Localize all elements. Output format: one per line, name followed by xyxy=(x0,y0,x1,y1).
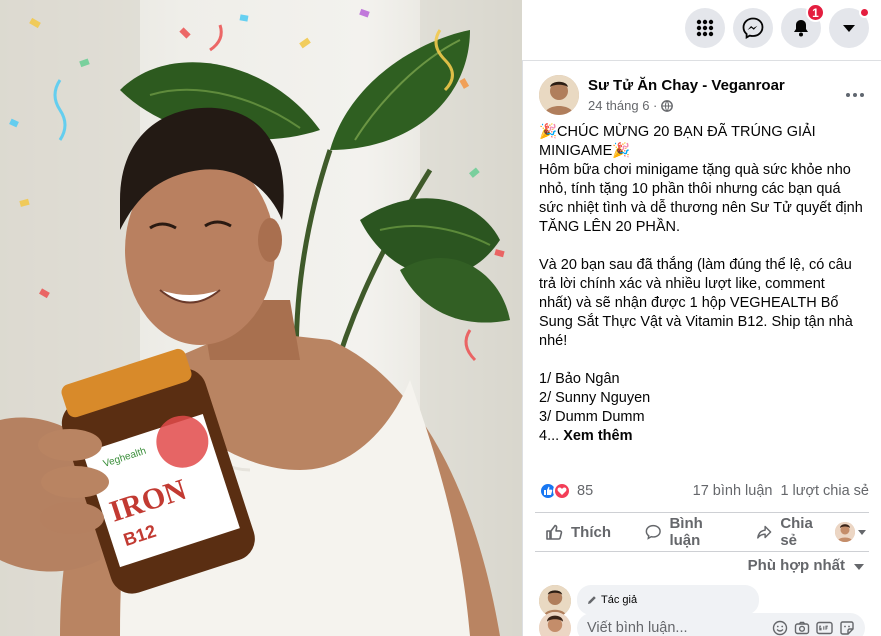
messenger-button[interactable] xyxy=(733,8,773,48)
post-line: nhé! xyxy=(539,333,568,349)
composer-user-avatar[interactable] xyxy=(539,612,571,636)
post-photo[interactable]: Veghealth IRON B12 xyxy=(0,0,522,636)
post-line-last: 4... Xem thêm xyxy=(539,427,869,446)
post-message: 🎉CHÚC MỪNG 20 BẠN ĐÃ TRÚNG GIẢI MINIGAME… xyxy=(539,123,869,446)
post-options-button[interactable] xyxy=(841,83,869,107)
post-line xyxy=(539,351,869,370)
caret-down-icon xyxy=(858,530,866,535)
like-label: Thích xyxy=(571,523,611,541)
post-line: trả lời chính xác và nhiều lượt like, co… xyxy=(539,276,825,292)
reaction-icons[interactable] xyxy=(539,482,571,500)
post-stats-right: 17 bình luận 1 lượt chia sẻ xyxy=(693,483,869,499)
post-line: 1/ Bảo Ngân xyxy=(539,371,620,387)
camera-icon[interactable] xyxy=(794,620,810,636)
author-avatar-image xyxy=(539,75,579,115)
share-button[interactable]: Chia sẻ xyxy=(750,515,835,549)
notifications-button[interactable]: 1 xyxy=(781,3,825,48)
post-line: TĂNG LÊN 20 PHẦN. xyxy=(539,219,681,235)
more-dot-icon xyxy=(860,93,864,97)
facebook-photo-viewer: Veghealth IRON B12 1 Sư Tử Ăn Chay - Veg… xyxy=(0,0,881,636)
share-label: Chia sẻ xyxy=(780,515,813,549)
photo-illustration: Veghealth IRON B12 xyxy=(0,0,522,636)
comment-bubble: Tác giả xyxy=(577,585,759,615)
post-header: Sư Tử Ăn Chay - Veganroar 24 tháng 6 · xyxy=(539,75,785,115)
react-as-selector[interactable] xyxy=(835,522,867,542)
comment-icon xyxy=(645,524,661,540)
share-arrow-icon xyxy=(756,525,772,539)
like-button[interactable]: Thích xyxy=(539,516,617,548)
caret-down-icon xyxy=(843,25,855,32)
post-line-prefix: 4... xyxy=(539,428,564,444)
notification-count-badge: 1 xyxy=(806,3,825,22)
comment-sort-dropdown[interactable]: Phù hợp nhất xyxy=(748,557,865,574)
comment-sort-label: Phù hợp nhất xyxy=(747,557,845,574)
grid-menu-icon xyxy=(696,19,714,37)
author-avatar[interactable] xyxy=(539,75,579,115)
composer-tools xyxy=(772,620,855,636)
see-more-link[interactable]: Xem thêm xyxy=(563,428,632,444)
reaction-count[interactable]: 85 xyxy=(577,483,593,499)
comment-button[interactable]: Bình luận xyxy=(639,515,738,549)
account-menu-button[interactable] xyxy=(829,7,870,48)
post-stats: 85 17 bình luận 1 lượt chia sẻ xyxy=(539,481,869,501)
sticker-icon[interactable] xyxy=(839,620,855,636)
post-line: nhỏ, tính tặng 10 phần thôi nhưng các bạ… xyxy=(539,181,841,197)
menu-button[interactable] xyxy=(685,8,725,48)
messenger-icon xyxy=(742,17,764,39)
post-line: MINIGAME🎉 xyxy=(539,143,631,159)
emoji-icon[interactable] xyxy=(772,620,788,636)
post-line: 2/ Sunny Nguyen xyxy=(539,390,651,406)
post-line: sức nhiệt tình và dễ thương nên Sư Tử qu… xyxy=(539,200,863,216)
post-actions: Thích Bình luận Chia sẻ xyxy=(535,512,869,552)
more-dot-icon xyxy=(853,93,857,97)
comment-input[interactable] xyxy=(587,620,745,636)
bell-icon xyxy=(794,20,808,37)
love-reaction-icon xyxy=(553,482,571,500)
post-line: 3/ Dumm Dumm xyxy=(539,409,645,425)
gif-icon[interactable] xyxy=(816,620,833,636)
post-date-text[interactable]: 24 tháng 6 · xyxy=(588,98,657,113)
post-line: nhất) và sẽ nhận được 1 hộp VEGHEALTH Bổ xyxy=(539,295,839,311)
comment-count[interactable]: 17 bình luận xyxy=(693,483,773,499)
globe-icon xyxy=(661,99,674,112)
post-line: 🎉CHÚC MỪNG 20 BẠN ĐÃ TRÚNG GIẢI xyxy=(539,124,816,140)
post-line: Hôm bữa chơi minigame tặng quà sức khỏe … xyxy=(539,162,851,178)
comment-composer xyxy=(539,612,865,636)
author-name[interactable]: Sư Tử Ăn Chay - Veganroar xyxy=(588,77,785,94)
thumbs-up-icon xyxy=(546,524,563,540)
post-line: Và 20 bạn sau đã thắng (làm đúng thể lệ,… xyxy=(539,257,852,273)
top-navigation: 1 xyxy=(685,3,870,48)
post-date: 24 tháng 6 · xyxy=(588,98,785,113)
comment-input-box[interactable] xyxy=(577,613,865,636)
current-user-avatar xyxy=(835,522,855,542)
account-alert-dot xyxy=(859,7,870,18)
share-count[interactable]: 1 lượt chia sẻ xyxy=(780,483,869,499)
more-dot-icon xyxy=(846,93,850,97)
post-side-panel: Sư Tử Ăn Chay - Veganroar 24 tháng 6 · 🎉… xyxy=(522,60,881,636)
post-line xyxy=(539,237,869,256)
author-badge: Tác giả xyxy=(601,594,638,606)
comment-label: Bình luận xyxy=(669,515,703,549)
caret-down-icon xyxy=(854,563,864,570)
post-line: Sung Sắt Thực Vật và Vitamin B12. Ship t… xyxy=(539,314,853,330)
pencil-icon xyxy=(588,596,596,604)
